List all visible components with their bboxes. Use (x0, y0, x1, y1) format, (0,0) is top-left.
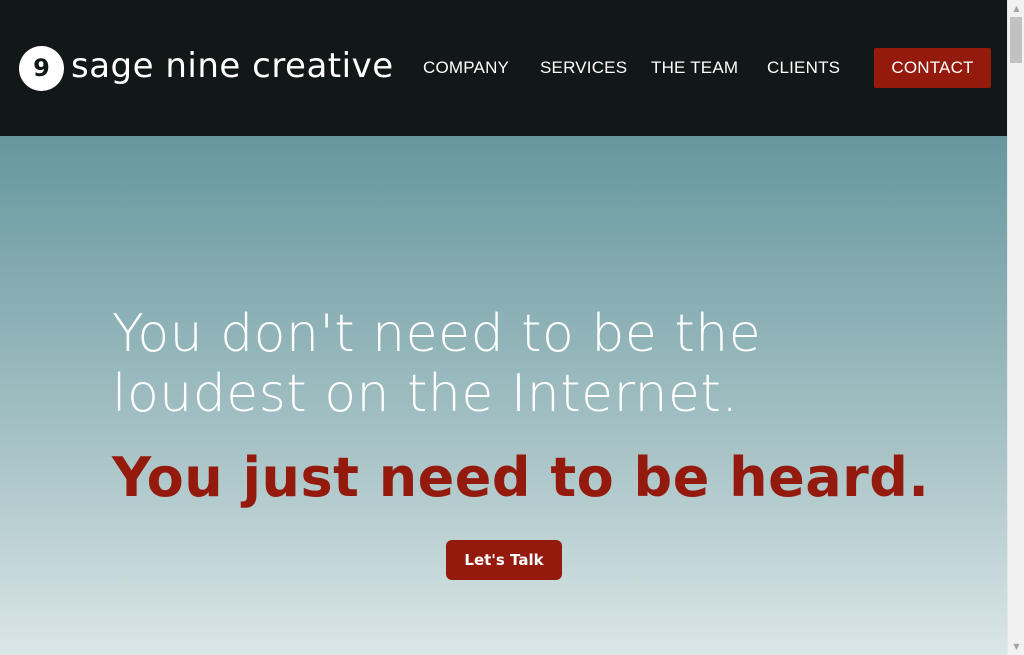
triangle-up-icon[interactable]: ▲ (1008, 0, 1024, 17)
contact-button[interactable]: CONTACT (874, 48, 991, 88)
hero-headline: You don't need to be the loudest on the … (112, 304, 762, 424)
logo-badge: 9 (19, 45, 64, 91)
logo-text: sage nine creative (71, 46, 394, 86)
nav-services[interactable]: SERVICES (540, 58, 627, 78)
nav-company[interactable]: COMPANY (423, 58, 509, 78)
lets-talk-button[interactable]: Let's Talk (446, 540, 562, 580)
nav-clients[interactable]: CLIENTS (767, 58, 840, 78)
logo-link[interactable]: 9 sage nine creative (19, 45, 394, 91)
triangle-down-icon[interactable]: ▼ (1008, 638, 1024, 655)
site-header: 9 sage nine creative COMPANY SERVICES TH… (0, 0, 1007, 136)
vertical-scrollbar[interactable]: ▲ ▼ (1007, 0, 1024, 655)
hero-tagline: You just need to be heard. (112, 446, 930, 509)
scrollbar-thumb[interactable] (1010, 17, 1022, 63)
hero-section: You don't need to be the loudest on the … (0, 136, 1007, 655)
nav-the-team[interactable]: THE TEAM (651, 58, 738, 78)
page: 9 sage nine creative COMPANY SERVICES TH… (0, 0, 1007, 655)
